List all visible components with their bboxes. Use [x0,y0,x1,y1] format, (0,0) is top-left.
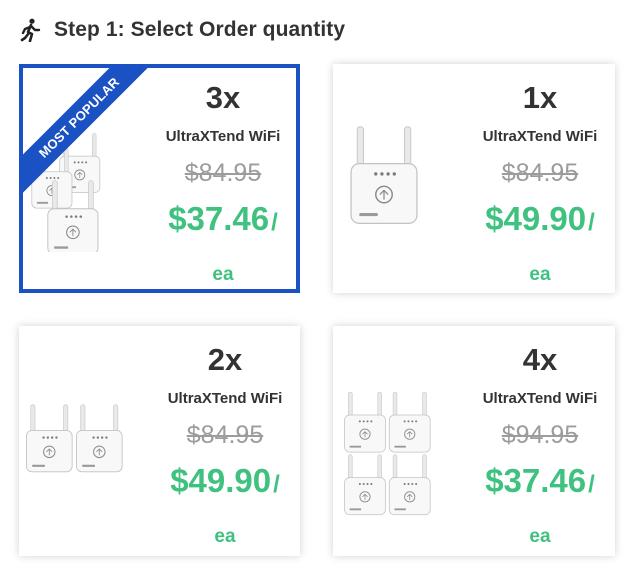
two-wifi-extenders-image [25,404,123,473]
option-info: 3x UltraXTend WiFi $84.95 $37.46/ ea [154,68,292,286]
quantity-label: 2x [207,342,243,377]
product-name: UltraXTend WiFi [165,128,281,145]
option-card-3x[interactable]: MOST POPULAR 3x UltraXTend WiFi $84.95 $… [19,64,300,293]
option-card-2x[interactable]: 2x UltraXTend WiFi $84.95 $49.90/ ea [19,326,300,556]
price-slash: / [588,471,595,498]
walking-person-icon [20,18,41,42]
sale-price-value: $49.90 [485,200,587,237]
sale-price: $37.46/ [154,200,292,242]
step-header: Step 1: Select Order quantity [20,14,345,46]
sale-price: $49.90/ [469,200,611,242]
sale-price-value: $37.46 [168,200,270,237]
one-wifi-extender-image [350,126,418,225]
product-name: UltraXTend WiFi [482,128,598,145]
four-wifi-extenders-image [344,392,431,516]
sale-price-value: $37.46 [485,462,587,499]
original-price: $94.95 [501,421,579,449]
option-info: 2x UltraXTend WiFi $84.95 $49.90/ ea [154,326,296,548]
product-name: UltraXTend WiFi [482,390,598,407]
sale-price-value: $49.90 [170,462,272,499]
original-price: $84.95 [501,159,579,187]
quantity-label: 3x [205,80,241,115]
product-name: UltraXTend WiFi [167,390,283,407]
quantity-label: 1x [522,80,558,115]
original-price: $84.95 [184,159,262,187]
price-slash: / [588,209,595,236]
price-unit: ea [529,526,551,547]
sale-price: $49.90/ [154,462,296,504]
price-unit: ea [214,526,236,547]
price-slash: / [273,471,280,498]
original-price: $84.95 [186,421,264,449]
sale-price: $37.46/ [469,462,611,504]
option-card-4x[interactable]: 4x UltraXTend WiFi $94.95 $37.46/ ea [333,326,615,556]
price-slash: / [271,209,278,236]
option-card-1x[interactable]: 1x UltraXTend WiFi $84.95 $49.90/ ea [333,64,615,293]
price-unit: ea [212,264,234,285]
quantity-label: 4x [522,342,558,377]
option-info: 1x UltraXTend WiFi $84.95 $49.90/ ea [469,64,611,286]
page-title: Step 1: Select Order quantity [54,18,346,41]
option-info: 4x UltraXTend WiFi $94.95 $37.46/ ea [469,326,611,548]
price-unit: ea [529,264,551,285]
